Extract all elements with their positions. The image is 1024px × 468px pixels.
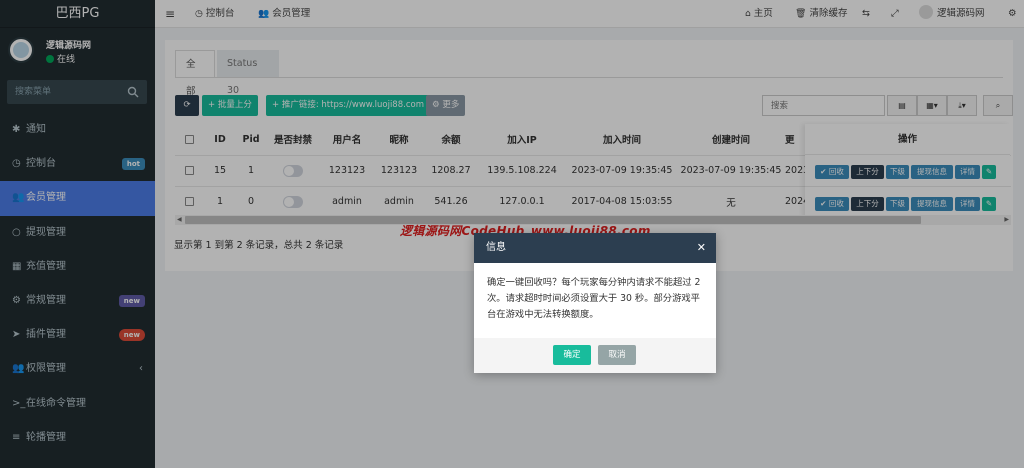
dialog-header: 信息 ✕ bbox=[474, 233, 716, 263]
cancel-button[interactable]: 取消 bbox=[598, 345, 636, 365]
confirm-button[interactable]: 确定 bbox=[553, 345, 591, 365]
dialog-message: 确定一键回收吗？每个玩家每分钟内请求不能超过 2 次。请求超时时间必须设置大于 … bbox=[487, 277, 701, 320]
dialog-footer: 确定 取消 bbox=[474, 338, 716, 373]
close-icon[interactable]: ✕ bbox=[697, 233, 706, 263]
confirm-dialog: 信息 ✕ 确定一键回收吗？每个玩家每分钟内请求不能超过 2 次。请求超时时间必须… bbox=[474, 233, 716, 373]
dialog-title: 信息 bbox=[486, 242, 506, 253]
